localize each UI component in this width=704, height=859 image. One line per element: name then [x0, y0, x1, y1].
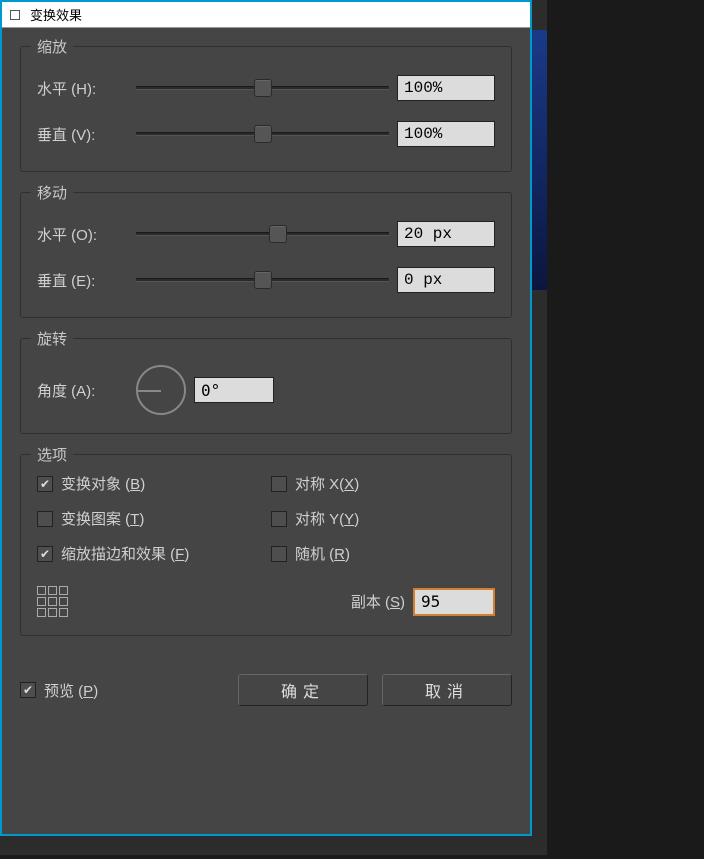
check-random[interactable]: 随机 (R): [271, 543, 495, 564]
scale-h-label: 水平 (H):: [37, 78, 132, 99]
options-checks: 变换对象 (B) 对称 X(X) 变换图案 (T) 对称 Y(Y) 缩放描边和效…: [37, 473, 495, 564]
move-v-input[interactable]: [397, 267, 495, 293]
check-label: 变换对象 (B): [61, 473, 145, 494]
move-v-thumb[interactable]: [254, 271, 272, 289]
checkbox-icon: [20, 682, 36, 698]
rotate-angle-row: 角度 (A):: [37, 365, 495, 415]
scale-h-thumb[interactable]: [254, 79, 272, 97]
checkbox-icon: [271, 546, 287, 562]
scale-v-thumb[interactable]: [254, 125, 272, 143]
group-move-legend: 移动: [31, 182, 73, 203]
move-v-label: 垂直 (E):: [37, 270, 132, 291]
copies-input[interactable]: [413, 588, 495, 616]
group-rotate: 旋转 角度 (A):: [20, 338, 512, 434]
options-bottom-row: 副本 (S): [37, 586, 495, 617]
check-label: 变换图案 (T): [61, 508, 144, 529]
check-label: 预览 (P): [44, 680, 98, 701]
check-label: 对称 X(X): [295, 473, 359, 494]
dialog-content: 缩放 水平 (H): 垂直 (V): 移动 水平 (O):: [2, 28, 530, 668]
checkbox-icon: [271, 476, 287, 492]
scale-h-input[interactable]: [397, 75, 495, 101]
group-move: 移动 水平 (O): 垂直 (E):: [20, 192, 512, 318]
copies-label: 副本 (S): [351, 591, 405, 612]
ok-button[interactable]: 确定: [238, 674, 368, 706]
cancel-button[interactable]: 取消: [382, 674, 512, 706]
dialog-titlebar[interactable]: 变换效果: [2, 2, 530, 28]
move-vertical-row: 垂直 (E):: [37, 265, 495, 295]
checkbox-icon: [37, 546, 53, 562]
move-v-slider[interactable]: [136, 278, 389, 282]
scale-v-slider[interactable]: [136, 132, 389, 136]
dialog-footer: 预览 (P) 确定 取消: [2, 668, 530, 706]
checkbox-icon: [37, 511, 53, 527]
move-h-thumb[interactable]: [269, 225, 287, 243]
group-options-legend: 选项: [31, 444, 73, 465]
angle-dial[interactable]: [136, 365, 186, 415]
backdrop-gradient: [532, 30, 547, 290]
scale-h-slider[interactable]: [136, 86, 389, 90]
move-horizontal-row: 水平 (O):: [37, 219, 495, 249]
angle-input[interactable]: [194, 377, 274, 403]
rotate-angle-label: 角度 (A):: [37, 380, 132, 401]
checkbox-icon: [37, 476, 53, 492]
move-h-label: 水平 (O):: [37, 224, 132, 245]
anchor-point-selector[interactable]: [37, 586, 68, 617]
scale-horizontal-row: 水平 (H):: [37, 73, 495, 103]
check-transform-objects[interactable]: 变换对象 (B): [37, 473, 261, 494]
check-scale-strokes[interactable]: 缩放描边和效果 (F): [37, 543, 261, 564]
move-h-slider[interactable]: [136, 232, 389, 236]
checkbox-icon: [271, 511, 287, 527]
check-mirror-y[interactable]: 对称 Y(Y): [271, 508, 495, 529]
check-transform-patterns[interactable]: 变换图案 (T): [37, 508, 261, 529]
move-h-input[interactable]: [397, 221, 495, 247]
check-mirror-x[interactable]: 对称 X(X): [271, 473, 495, 494]
dialog-title: 变换效果: [30, 5, 82, 24]
window-icon: [10, 10, 20, 20]
group-scale-legend: 缩放: [31, 36, 73, 57]
check-label: 缩放描边和效果 (F): [61, 543, 189, 564]
group-options: 选项 变换对象 (B) 对称 X(X) 变换图案 (T) 对称 Y(Y): [20, 454, 512, 636]
check-label: 对称 Y(Y): [295, 508, 359, 529]
scale-v-input[interactable]: [397, 121, 495, 147]
group-scale: 缩放 水平 (H): 垂直 (V):: [20, 46, 512, 172]
check-preview[interactable]: 预览 (P): [20, 680, 98, 701]
check-label: 随机 (R): [295, 543, 350, 564]
group-rotate-legend: 旋转: [31, 328, 73, 349]
scale-v-label: 垂直 (V):: [37, 124, 132, 145]
transform-effect-dialog: 变换效果 缩放 水平 (H): 垂直 (V): 移动: [0, 0, 532, 836]
scale-vertical-row: 垂直 (V):: [37, 119, 495, 149]
